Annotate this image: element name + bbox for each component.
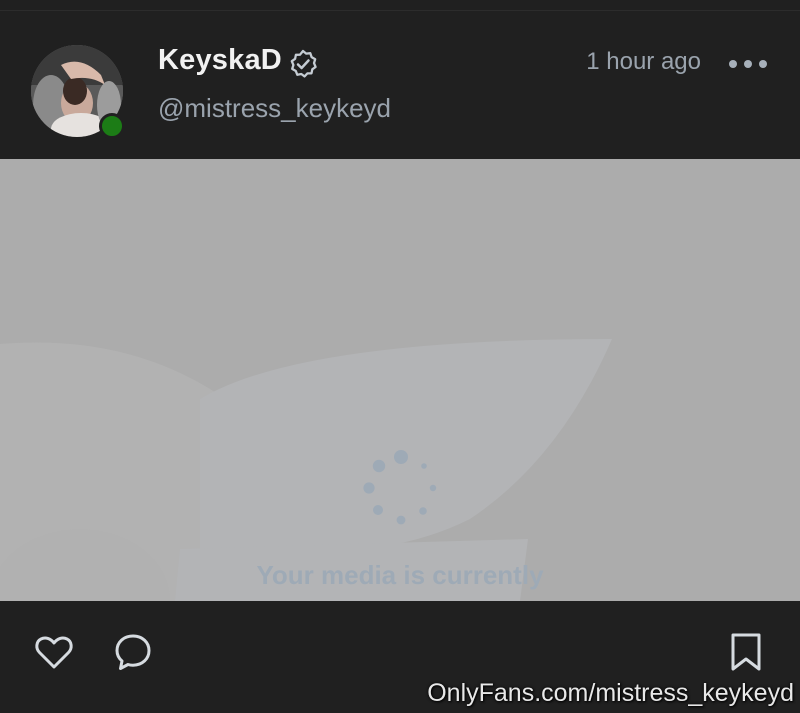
loading-spinner-icon: [363, 450, 437, 525]
bookmark-button[interactable]: [725, 631, 767, 673]
watermark-text: OnlyFans.com/mistress_keykeyd: [427, 679, 794, 707]
post-header: KeyskaD @mistress_keykeyd 1 hour ago: [0, 11, 800, 159]
post-actions-bar: OnlyFans.com/mistress_keykeyd: [0, 601, 800, 713]
bookmark-outline-icon: [731, 633, 761, 671]
like-button[interactable]: [33, 631, 75, 673]
author-display-name[interactable]: KeyskaD: [158, 44, 282, 77]
post-card: KeyskaD @mistress_keykeyd 1 hour ago You…: [0, 0, 800, 713]
comment-button[interactable]: [112, 631, 154, 673]
post-timestamp[interactable]: 1 hour ago: [586, 48, 701, 76]
media-processing-message: Your media is currently processing: [200, 556, 600, 601]
more-options-button[interactable]: [729, 55, 767, 73]
verified-badge-icon: [290, 49, 317, 78]
media-background-graphic: [0, 339, 612, 601]
three-dots-icon: [729, 60, 737, 68]
speech-bubble-icon: [115, 634, 151, 670]
processing-line-1: Your media is currently: [256, 560, 544, 590]
author-handle[interactable]: @mistress_keykeyd: [158, 93, 391, 124]
media-placeholder: Your media is currently processing: [0, 159, 800, 601]
heart-outline-icon: [35, 636, 73, 669]
online-status-indicator: [99, 113, 125, 139]
